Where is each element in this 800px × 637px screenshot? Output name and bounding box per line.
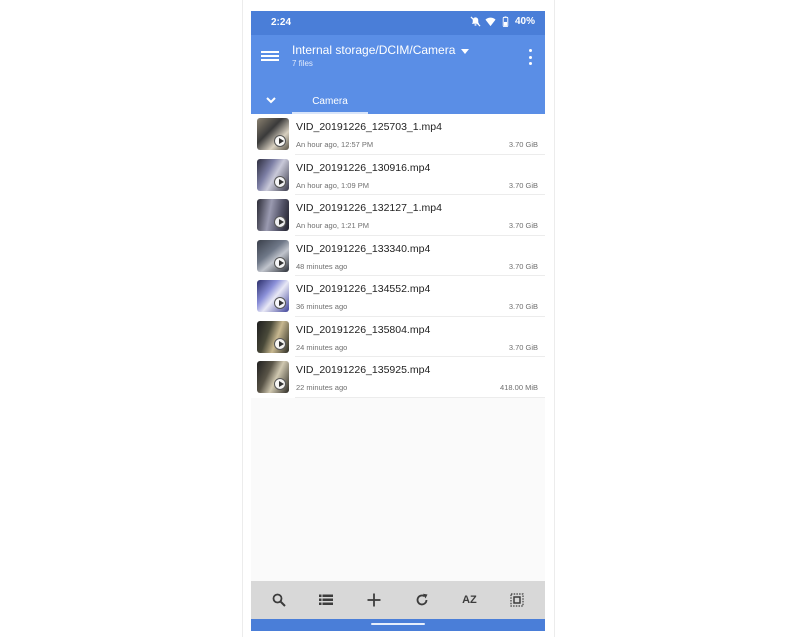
status-bar: 2:24 40% — [251, 11, 545, 35]
file-date: 36 minutes ago — [296, 302, 348, 311]
refresh-button[interactable] — [407, 585, 437, 615]
system-navigation-bar — [251, 619, 545, 631]
dropdown-arrow-icon — [461, 49, 470, 54]
phone-screen: 2:24 40% Internal storage/DCIM/Camera 7 … — [251, 11, 545, 631]
select-all-button[interactable] — [502, 585, 532, 615]
file-name: VID_20191226_130916.mp4 — [296, 161, 431, 174]
play-icon — [274, 175, 286, 188]
play-icon — [274, 216, 286, 228]
play-icon — [274, 135, 286, 147]
video-thumbnail — [257, 320, 289, 353]
mute-icon — [470, 16, 481, 27]
file-size: 3.70 GiB — [508, 140, 538, 149]
file-name: VID_20191226_134552.mp4 — [296, 283, 431, 295]
play-icon — [274, 297, 286, 309]
play-icon — [274, 378, 286, 390]
tab-bar: Camera — [251, 88, 545, 114]
file-date: An hour ago, 1:21 PM — [296, 221, 369, 230]
file-name: VID_20191226_133340.mp4 — [296, 242, 431, 255]
search-icon — [272, 593, 286, 607]
video-thumbnail — [257, 239, 289, 272]
file-name: VID_20191226_125703_1.mp4 — [296, 121, 442, 133]
sort-button[interactable]: AZ — [454, 585, 484, 615]
status-time: 2:24 — [271, 17, 292, 28]
path-title: Internal storage/DCIM/Camera — [292, 43, 456, 57]
file-row[interactable]: VID_20191226_132127_1.mp4 An hour ago, 1… — [251, 195, 545, 236]
file-row[interactable]: VID_20191226_125703_1.mp4 An hour ago, 1… — [251, 114, 545, 155]
select-all-icon — [510, 593, 524, 607]
wifi-icon — [485, 17, 496, 27]
video-thumbnail — [257, 158, 289, 191]
file-size: 3.70 GiB — [508, 221, 538, 230]
file-row[interactable]: VID_20191226_134552.mp4 36 minutes ago 3… — [251, 276, 545, 317]
battery-percentage: 40% — [514, 16, 535, 27]
video-thumbnail — [257, 199, 289, 231]
play-icon — [274, 256, 286, 269]
battery-icon — [502, 16, 509, 27]
search-button[interactable] — [264, 585, 294, 615]
file-date: 22 minutes ago — [296, 383, 348, 392]
file-row[interactable]: VID_20191226_133340.mp4 48 minutes ago 3… — [251, 235, 545, 276]
app-toolbar: Internal storage/DCIM/Camera 7 files — [251, 35, 545, 88]
home-gesture-pill[interactable] — [371, 623, 425, 625]
path-title-dropdown[interactable]: Internal storage/DCIM/Camera 7 files — [292, 43, 492, 68]
add-icon — [367, 593, 381, 607]
chevron-down-icon[interactable] — [265, 94, 277, 106]
file-size: 3.70 GiB — [508, 180, 538, 190]
status-indicators: 40% — [470, 16, 535, 27]
file-date: 24 minutes ago — [296, 342, 348, 352]
file-row[interactable]: VID_20191226_135804.mp4 24 minutes ago 3… — [251, 316, 545, 357]
sort-icon: AZ — [462, 594, 477, 606]
hamburger-menu-icon[interactable] — [261, 49, 279, 65]
file-date: An hour ago, 1:09 PM — [296, 180, 369, 190]
more-vert-icon[interactable] — [527, 49, 533, 65]
file-name: VID_20191226_135804.mp4 — [296, 323, 431, 336]
file-name: VID_20191226_132127_1.mp4 — [296, 202, 442, 214]
file-date: An hour ago, 12:57 PM — [296, 140, 374, 149]
file-size: 3.70 GiB — [508, 342, 538, 352]
file-size: 418.00 MiB — [500, 383, 538, 392]
video-thumbnail — [257, 118, 289, 150]
refresh-icon — [416, 593, 428, 606]
file-size: 3.70 GiB — [508, 302, 538, 311]
file-count: 7 files — [292, 59, 313, 68]
file-size: 3.70 GiB — [508, 261, 538, 271]
list-view-button[interactable] — [311, 585, 341, 615]
file-name: VID_20191226_135925.mp4 — [296, 364, 431, 376]
add-button[interactable] — [359, 585, 389, 615]
bottom-toolbar: AZ — [251, 581, 545, 619]
file-date: 48 minutes ago — [296, 261, 348, 271]
list-view-icon — [319, 594, 334, 605]
video-thumbnail — [257, 280, 289, 312]
file-row[interactable]: VID_20191226_130916.mp4 An hour ago, 1:0… — [251, 154, 545, 195]
tab-camera-label: Camera — [312, 95, 348, 107]
video-thumbnail — [257, 361, 289, 393]
file-row[interactable]: VID_20191226_135925.mp4 22 minutes ago 4… — [251, 357, 545, 398]
play-icon — [274, 337, 286, 350]
file-list: VID_20191226_125703_1.mp4 An hour ago, 1… — [251, 114, 545, 398]
tab-camera[interactable]: Camera — [292, 88, 368, 114]
